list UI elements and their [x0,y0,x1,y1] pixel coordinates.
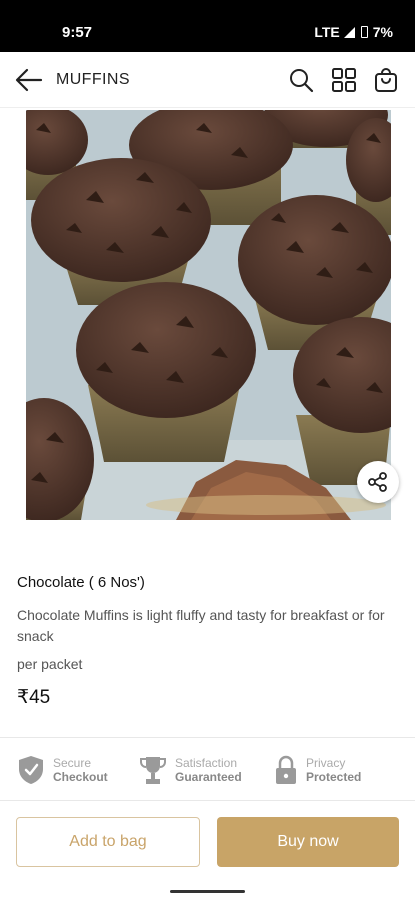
badge-line1: Secure [53,756,92,770]
signal-icon [343,26,355,38]
divider [0,737,415,738]
page-title: MUFFINS [56,71,130,88]
product-name: Chocolate ( 6 Nos') [17,574,145,591]
product-description: Chocolate Muffins is light fluffy and ta… [17,607,385,644]
buy-now-button[interactable]: Buy now [217,817,399,867]
app-bar: MUFFINS [0,52,415,108]
grid-view-button[interactable] [331,67,357,93]
share-button[interactable] [357,461,399,503]
bag-button[interactable] [373,67,399,93]
badge-text: Privacy Protected [306,756,361,784]
shield-check-icon [19,756,43,784]
divider [0,800,415,801]
back-button[interactable] [14,66,44,94]
product-image [26,110,391,520]
lock-icon [276,755,296,784]
badge-line1: Privacy [306,756,346,770]
muffins-illustration [26,110,391,520]
badge-satisfaction-guaranteed: Satisfaction Guaranteed [139,754,242,786]
battery-level: 7% [372,24,393,40]
product-unit: per packet [17,656,83,672]
arrow-left-icon [15,68,43,92]
badge-line2: Guaranteed [175,770,242,784]
status-time: 9:57 [62,24,93,41]
trophy-icon [140,757,166,784]
add-to-bag-button[interactable]: Add to bag [16,817,200,867]
badge-text: Secure Checkout [53,756,108,784]
badge-secure-checkout: Secure Checkout [17,754,108,786]
badge-line2: Protected [306,770,362,784]
badge-line2: Checkout [53,770,108,784]
battery-icon [360,26,368,38]
search-button[interactable] [288,67,314,93]
search-icon [290,69,314,93]
network-label: LTE [314,24,340,40]
status-bar: 9:57 LTE 7% [0,0,415,52]
badge-line1: Satisfaction [175,756,238,770]
badge-privacy-protected: Privacy Protected [274,754,361,786]
home-indicator[interactable] [170,890,245,893]
badge-text: Satisfaction Guaranteed [175,756,242,784]
product-price: ₹45 [17,687,51,708]
shopping-bag-icon [375,68,397,92]
status-indicators: LTE 7% [314,24,393,40]
share-icon [368,472,387,492]
grid-icon [332,68,356,92]
